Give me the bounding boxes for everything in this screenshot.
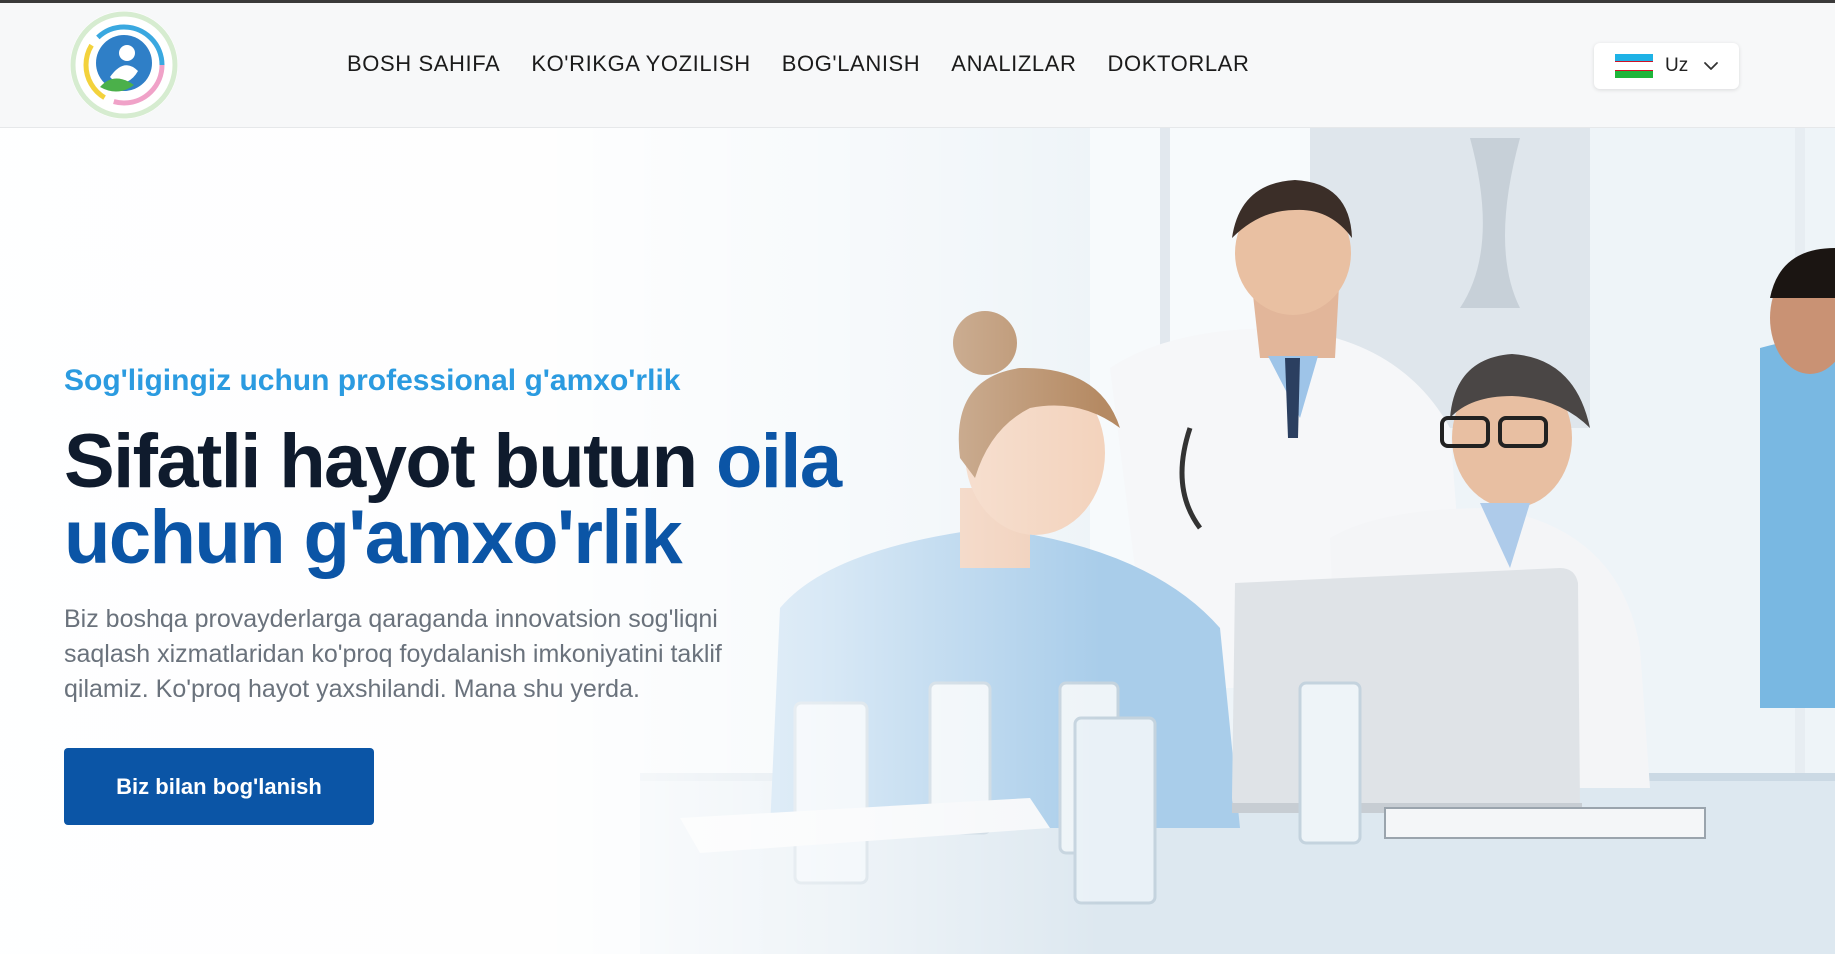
nav-item-home[interactable]: BOSH SAHIFA — [347, 51, 500, 77]
site-header: BOSH SAHIFA KO'RIKGA YOZILISH BOG'LANISH… — [0, 3, 1835, 128]
language-selector[interactable]: Uz — [1594, 43, 1739, 89]
nav-item-analyses[interactable]: ANALIZLAR — [951, 51, 1076, 77]
hero-section: Sog'ligingiz uchun professional g'amxo'r… — [0, 128, 1835, 954]
hero-headline-text: Sifatli hayot butun — [64, 419, 716, 504]
contact-us-button[interactable]: Biz bilan bog'lanish — [64, 748, 374, 825]
chevron-down-icon — [1704, 62, 1719, 70]
hero-tagline: Sog'ligingiz uchun professional g'amxo'r… — [64, 364, 681, 397]
hero-headline: Sifatli hayot butun oila uchun g'amxo'rl… — [64, 424, 944, 576]
nav-item-appointment[interactable]: KO'RIKGA YOZILISH — [531, 51, 750, 77]
main-nav: BOSH SAHIFA KO'RIKGA YOZILISH BOG'LANISH… — [347, 51, 1280, 77]
clinic-logo[interactable] — [64, 5, 184, 125]
nav-item-contact[interactable]: BOG'LANISH — [782, 51, 921, 77]
language-code: Uz — [1665, 55, 1689, 76]
nav-item-doctors[interactable]: DOKTORLAR — [1108, 51, 1250, 77]
clinic-logo-icon — [70, 11, 178, 119]
hero-description: Biz boshqa provayderlarga qaraganda inno… — [64, 605, 722, 703]
uzbekistan-flag-icon — [1615, 54, 1653, 78]
